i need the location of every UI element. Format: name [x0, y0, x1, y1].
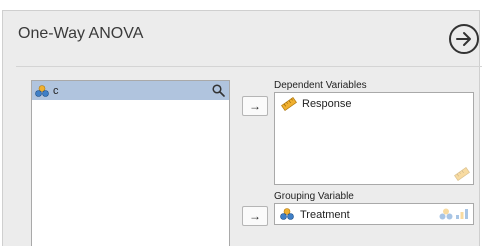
arrow-right-icon: → [249, 99, 261, 113]
grouping-variable-box[interactable]: Treatment [274, 203, 474, 225]
scale-variable-icon [454, 167, 470, 181]
dependent-variable-label: Response [302, 98, 352, 110]
nominal-variable-icon [35, 84, 49, 97]
scale-variable-icon [281, 97, 297, 111]
move-to-grouping-button[interactable]: → [242, 206, 268, 226]
analysis-title: One-Way ANOVA [18, 25, 144, 42]
source-variable-item[interactable]: c [32, 81, 229, 100]
grouping-variable-value: Treatment [300, 208, 350, 221]
dependent-variables-box[interactable]: Response [274, 92, 474, 185]
ordinal-variable-icon [456, 209, 468, 219]
grouping-variable-label: Grouping Variable [274, 191, 354, 202]
search-icon[interactable] [212, 84, 225, 97]
arrow-right-icon: → [249, 209, 261, 223]
arrow-right-circle-icon [456, 32, 471, 46]
run-analysis-button[interactable] [449, 24, 479, 54]
title-divider [16, 66, 482, 67]
source-variable-label: c [53, 84, 59, 97]
dependent-variable-item[interactable]: Response [281, 97, 352, 111]
source-variable-list[interactable]: c [31, 80, 230, 246]
move-to-dependent-button[interactable]: → [242, 96, 268, 116]
grouping-variable-item[interactable]: Treatment [280, 208, 350, 221]
nominal-text-variable-icon [280, 208, 294, 220]
dependent-variables-label: Dependent Variables [274, 80, 367, 91]
nominal-variable-icon [439, 208, 453, 220]
